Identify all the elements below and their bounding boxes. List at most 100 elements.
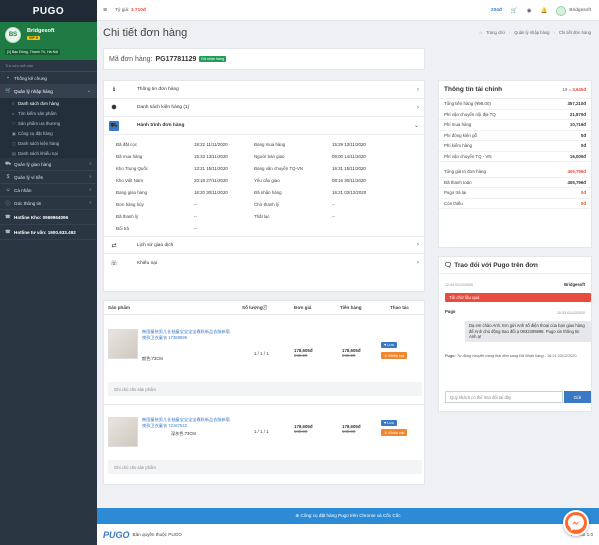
sidebar-item-dashboard[interactable]: ▪ Thống kê chung bbox=[0, 72, 97, 85]
product-image[interactable] bbox=[108, 417, 138, 447]
user-box: BS Bridgesoft VIP 0 [1] Bạc Đông, Thanh … bbox=[0, 22, 97, 60]
accordion-order-info[interactable]: ℹ Thông tin đơn hàng › bbox=[104, 81, 424, 99]
accordion-complaints[interactable]: ☏ Khiếu nại › bbox=[104, 254, 424, 272]
journey-time: 08:16 30/11/2020 bbox=[332, 177, 366, 183]
hotline-warehouse[interactable]: ☎ Hotline Kho: 0969964096 bbox=[0, 210, 97, 225]
product-note-input[interactable]: Ghi chú cho sản phẩm bbox=[108, 382, 422, 396]
chevron-right-icon: › bbox=[89, 187, 91, 193]
col-product: Sản phẩm bbox=[108, 305, 130, 310]
finance-value: 0đ bbox=[580, 190, 586, 196]
sidebar-item-personal[interactable]: ☺ Cá nhân › bbox=[0, 184, 97, 197]
journey-time: 16:20 30/11/2020 bbox=[194, 189, 228, 195]
send-button[interactable]: Gửi bbox=[564, 391, 591, 403]
sidebar: PUGO BS Bridgesoft VIP 0 [1] Bạc Đông, T… bbox=[0, 0, 97, 545]
brand-logo[interactable]: PUGO bbox=[0, 0, 97, 22]
sidebar-item-import[interactable]: 🛒 Quản lý nhập hàng ⌄ bbox=[0, 85, 97, 98]
exchange-icon: ⇄ bbox=[111, 242, 117, 249]
message-author: Bridgesoft bbox=[564, 282, 585, 287]
chrome-extension-banner[interactable]: ⊕ Công cụ đặt hàng Pugo trên Chrome và C… bbox=[97, 508, 599, 524]
finance-row: Phí vận chuyển TQ - VN 16,000đ bbox=[439, 152, 591, 162]
complain-button[interactable]: ⚠ Khiếu nại bbox=[381, 429, 408, 436]
journey-time: -- bbox=[332, 213, 335, 219]
messenger-icon[interactable] bbox=[563, 510, 589, 536]
finance-title-label: Thông tin tài chính bbox=[444, 86, 503, 93]
info-icon[interactable]: ⓘ bbox=[263, 305, 268, 310]
sidebar-subitem-favorites[interactable]: ♡ Sản phẩm ưa thương bbox=[0, 118, 97, 128]
sidebar-subitem-order-tool[interactable]: ▣ Công cụ đặt hàng bbox=[0, 128, 97, 138]
menu-toggle-icon[interactable]: ≡ bbox=[103, 7, 107, 14]
accordion-packages[interactable]: ⬢ Danh sách kiện hàng (1) › bbox=[104, 99, 424, 117]
sidebar-subitem-search-products[interactable]: ⌕ Tìm kiếm sản phẩm bbox=[0, 108, 97, 118]
journey-step: Người bán giao bbox=[254, 153, 285, 159]
journey-time: 15:33 13/11/2020 bbox=[194, 153, 228, 159]
finance-row: Phí vận chuyển nội địa TQ 21,870đ bbox=[439, 110, 591, 120]
finance-fees: Tổng tiền hàng (¥98.00) 357,210đ Phí vận c… bbox=[439, 99, 591, 162]
chevron-down-icon: ⌄ bbox=[86, 88, 91, 94]
header-avatar bbox=[556, 5, 567, 16]
price-cny: ¥49.00 bbox=[294, 429, 308, 434]
tracking-search-input[interactable]: Tra cứu mã vận bbox=[0, 60, 97, 72]
sidebar-item-label: Thống kê chung bbox=[14, 75, 47, 81]
balance[interactable]: 204đ bbox=[491, 8, 502, 13]
user-menu[interactable]: Bridgesoft bbox=[556, 5, 591, 16]
breadcrumb-home[interactable]: Trang chủ bbox=[486, 30, 505, 35]
journey-time bbox=[332, 222, 392, 234]
accordion-label: Khiếu nại bbox=[137, 260, 158, 266]
sidebar-subitem-complaints[interactable]: ▤ Danh sách khiếu nại bbox=[0, 148, 97, 158]
finance-value: 0đ bbox=[580, 143, 586, 149]
breadcrumb-current: Chi tiết đơn hàng bbox=[558, 30, 591, 35]
cart-icon[interactable]: 🛒 bbox=[511, 8, 518, 14]
breadcrumb: ⌂ Trang chủ › Quản lý nhập hàng › Chi ti… bbox=[479, 30, 591, 35]
chevron-right-icon: › bbox=[417, 242, 419, 248]
order-code: PG17781129 bbox=[155, 55, 197, 63]
breadcrumb-section[interactable]: Quản lý nhập hàng bbox=[514, 30, 549, 35]
product-name[interactable]: 韩国童装男儿长袖童宝宝宝宝春秋新品衣服新版夜款卫衣童衣 72167522 bbox=[142, 417, 232, 428]
complain-button[interactable]: ⚠ Khiếu nại bbox=[381, 352, 408, 359]
user-name: Bridgesoft bbox=[27, 28, 55, 34]
globe-icon[interactable]: ◉ bbox=[527, 8, 532, 14]
accordion-journey[interactable]: ⛟ Hành trình đơn hàng ⌄ bbox=[104, 117, 424, 135]
product-note-input[interactable]: Ghi chú cho sản phẩm bbox=[108, 460, 422, 474]
price-cny: ¥49.00 bbox=[294, 353, 308, 358]
finance-value: 10,716đ bbox=[569, 122, 586, 128]
sidebar-subitem-orders[interactable]: ≡ Danh sách đơn hàng bbox=[0, 98, 97, 108]
chat-input[interactable]: Quý khách có thể trao đổi tại đây bbox=[445, 391, 563, 403]
bell-icon[interactable]: 🔔 bbox=[541, 8, 548, 14]
amount-cny: ¥49.00 bbox=[342, 429, 356, 434]
order-details-panel: ℹ Thông tin đơn hàng › ⬢ Danh sách kiện … bbox=[103, 80, 425, 292]
sidebar-item-wallet[interactable]: $ Quản lý ví tiền › bbox=[0, 171, 97, 184]
header-username: Bridgesoft bbox=[569, 8, 591, 13]
journey-step: Đã thanh lý bbox=[116, 213, 139, 219]
product-name[interactable]: 韩国童装男儿长袖童宝宝宝宝春秋新品衣服新版夜款卫衣童衣 17388595 bbox=[142, 329, 232, 340]
sidebar-subitem-label: Danh sách kiện hàng bbox=[18, 140, 60, 146]
finance-rate-value: 3,645đ bbox=[572, 87, 586, 92]
chat-panel: 🗨 Trao đổi với Pugo trên đơn 12:44 01/12… bbox=[438, 256, 592, 412]
sidebar-item-label: Góc thông tin bbox=[14, 200, 42, 206]
journey-step: Đã nhận hàng bbox=[254, 189, 282, 195]
hotline-support[interactable]: ☎ Hotline tư vấn: 1900.633.492 bbox=[0, 225, 97, 240]
journey-step: Kho Việt Nam bbox=[116, 177, 144, 183]
sidebar-subitem-label: Danh sách đơn hàng bbox=[18, 100, 59, 106]
sidebar-subitem-packages[interactable]: ▢ Danh sách kiện hàng bbox=[0, 138, 97, 148]
product-price: 178,605đ ¥49.00 bbox=[294, 424, 313, 434]
hotline-label: Hotline tư vấn: 1900.633.492 bbox=[14, 229, 76, 235]
save-product-button[interactable]: ♥ Lưu bbox=[381, 420, 398, 426]
product-attributes: 深灰色:73CM bbox=[171, 431, 196, 436]
finance-totals: Tổng giá trị đơn hàng 405,796đ Đã thanh to… bbox=[439, 167, 591, 209]
journey-step: Kho Trung Quốc bbox=[116, 165, 148, 171]
sidebar-item-delivery[interactable]: ⛟ Quản lý giao hàng › bbox=[0, 158, 97, 171]
sidebar-subitem-label: Danh sách khiếu nại bbox=[18, 150, 58, 156]
product-attributes: 颜色:73CM bbox=[142, 356, 163, 361]
amount-cny: ¥49.00 bbox=[342, 353, 356, 358]
avatar[interactable]: BS bbox=[5, 27, 21, 43]
journey-time: -- bbox=[194, 225, 197, 231]
product-image[interactable] bbox=[108, 329, 138, 359]
accordion-label: Thông tin đơn hàng bbox=[137, 87, 179, 92]
products-table-header: Sản phẩm Số lượngⓘ Đơn giá Tiền hàng Tha… bbox=[104, 301, 424, 315]
sidebar-item-info[interactable]: ⓘ Góc thông tin › bbox=[0, 197, 97, 210]
accordion-transactions[interactable]: ⇄ Lịch sử giao dịch › bbox=[104, 236, 424, 254]
save-product-button[interactable]: ♥ Lưu bbox=[381, 342, 398, 348]
table-row: 韩国童装男儿长袖童宝宝宝宝春秋新品衣服新版夜款卫衣童衣 72167522 深灰色… bbox=[104, 405, 424, 495]
messenger-glyph-icon bbox=[568, 515, 584, 531]
accordion-label: Lịch sử giao dịch bbox=[137, 242, 174, 248]
